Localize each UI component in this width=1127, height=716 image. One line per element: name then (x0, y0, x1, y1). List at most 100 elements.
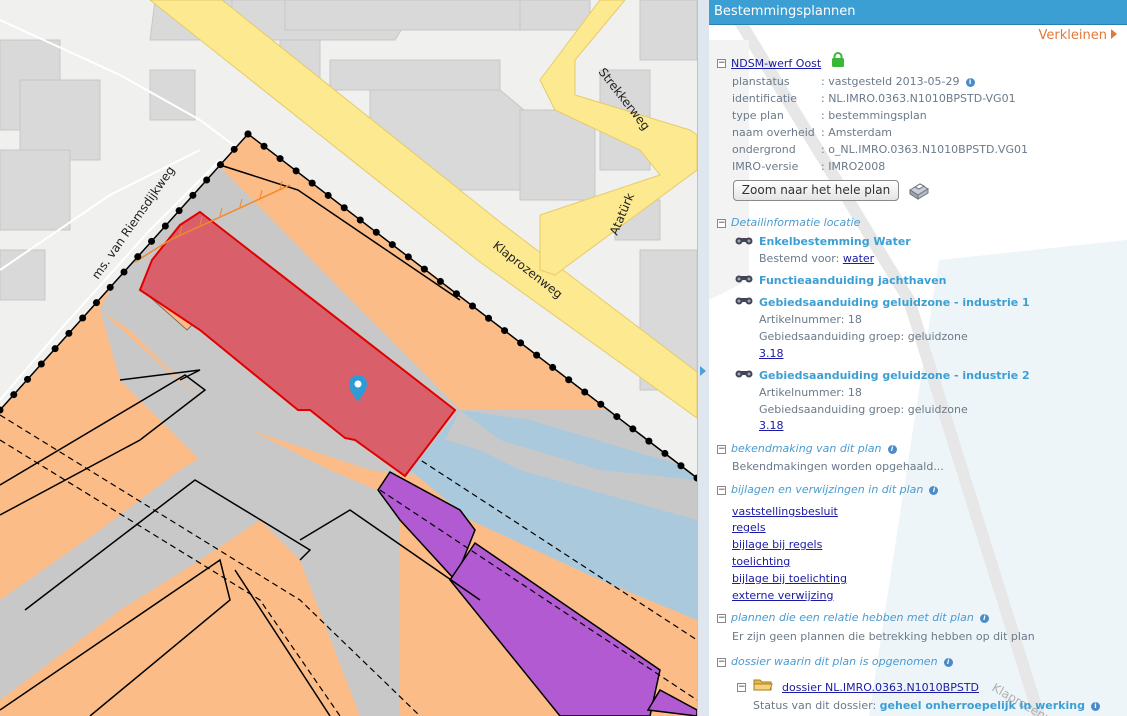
attachment-link[interactable]: externe verwijzing (732, 589, 833, 602)
detail-heading: Detailinformatie locatie (731, 216, 861, 229)
dossier-status: Status van dit dossier: geheel onherroep… (753, 699, 1100, 712)
print-icon[interactable] (906, 181, 930, 201)
boundary-dot (175, 207, 183, 215)
field-value: : bestemmingsplan (821, 109, 927, 122)
field-value: : NL.IMRO.0363.N1010BPSTD-VG01 (821, 92, 1016, 105)
collapse-dossier-item-toggle[interactable]: − (737, 683, 746, 692)
binoculars-icon[interactable] (735, 273, 753, 283)
info-icon[interactable]: i (979, 614, 989, 623)
field-label: naam overheid (732, 126, 815, 139)
boundary-dot (106, 283, 114, 291)
boundary-dot (24, 375, 32, 383)
info-icon[interactable]: i (887, 445, 897, 454)
boundary-dot (79, 314, 87, 322)
boundary-dot (485, 314, 493, 322)
info-icon[interactable]: i (1090, 702, 1100, 711)
boundary-dot (340, 204, 348, 212)
detail-item-line: Gebiedsaanduiding groep: geluidzone (759, 330, 968, 343)
boundary-dot (292, 167, 300, 175)
panel-splitter[interactable] (697, 0, 709, 716)
binoculars-icon[interactable] (735, 368, 753, 378)
boundary-dot (230, 145, 238, 153)
boundary-dot (148, 237, 156, 245)
info-icon[interactable]: i (943, 658, 953, 667)
field-label: ondergrond (732, 143, 796, 156)
boundary-dot (120, 268, 128, 276)
panel-content: − NDSM-werf Oost planstatus : vastgestel… (709, 0, 1127, 716)
attachment-link[interactable]: toelichting (732, 555, 790, 568)
article-link[interactable]: 3.18 (759, 419, 784, 432)
detail-item-title[interactable]: Gebiedsaanduiding geluidzone - industrie… (759, 369, 1030, 382)
boundary-dot (134, 253, 142, 261)
detail-item-title[interactable]: Functieaanduiding jachthaven (759, 274, 947, 287)
boundary-dot (216, 161, 224, 169)
boundary-dot (452, 290, 460, 298)
detail-item-line: Artikelnummer: 18 (759, 313, 862, 326)
boundary-dot (517, 339, 525, 347)
boundary-dot (203, 176, 211, 184)
zoom-to-plan-button[interactable]: Zoom naar het hele plan (733, 180, 899, 201)
boundary-dot (549, 363, 557, 371)
detail-item-title[interactable]: Gebiedsaanduiding geluidzone - industrie… (759, 296, 1030, 309)
attachment-link[interactable]: bijlage bij toelichting (732, 572, 847, 585)
field-label: identificatie (732, 92, 798, 105)
info-icon[interactable]: i (929, 486, 939, 495)
collapse-detail-toggle[interactable]: − (717, 219, 726, 228)
collapse-plan-toggle[interactable]: − (717, 59, 726, 68)
lock-icon (832, 52, 844, 67)
plans-panel: Klaprozenweg Bestemmingsplannen Verklein… (709, 0, 1127, 716)
detail-item-title[interactable]: Enkelbestemming Water (759, 235, 911, 248)
bekendmaking-heading: bekendmaking van dit plan i (731, 442, 897, 455)
binoculars-icon[interactable] (735, 235, 753, 245)
boundary-dot (581, 388, 589, 396)
field-label: IMRO-versie (732, 160, 799, 173)
relatie-heading: plannen die een relatie hebben met dit p… (731, 611, 989, 624)
boundary-dot (189, 191, 197, 199)
collapse-relatie-toggle[interactable]: − (717, 614, 726, 623)
boundary-dot (388, 241, 396, 249)
map-view[interactable]: Strekkerweg Atatürk Klaprozenweg ms. van… (0, 0, 697, 716)
binoculars-icon[interactable] (735, 295, 753, 305)
article-link[interactable]: 3.18 (759, 347, 784, 360)
collapse-dossier-toggle[interactable]: − (717, 658, 726, 667)
detail-item-line: Gebiedsaanduiding groep: geluidzone (759, 403, 968, 416)
expand-arrow-icon[interactable] (700, 366, 706, 376)
attachment-link[interactable]: vaststellingsbesluit (732, 505, 838, 518)
boundary-dot (324, 191, 332, 199)
boundary-dot (244, 130, 252, 138)
boundary-dot (565, 376, 573, 384)
attachment-link[interactable]: regels (732, 521, 766, 534)
bijlagen-heading: bijlagen en verwijzingen in dit plan i (731, 483, 939, 496)
boundary-dot (65, 329, 73, 337)
boundary-dot (469, 302, 476, 310)
boundary-dot (51, 345, 59, 353)
bekendmaking-text: Bekendmakingen worden opgehaald... (732, 460, 944, 473)
boundary-dot (276, 155, 284, 163)
field-value: : IMRO2008 (821, 160, 886, 173)
dossier-link[interactable]: dossier NL.IMRO.0363.N1010BPSTD (782, 681, 979, 694)
relatie-text: Er zijn geen plannen die betrekking hebb… (732, 630, 1035, 643)
boundary-dot (661, 449, 669, 457)
boundary-dot (436, 277, 444, 285)
attachment-link[interactable]: bijlage bij regels (732, 538, 822, 551)
bestemd-voor-link[interactable]: water (843, 252, 874, 265)
boundary-dot (308, 179, 316, 187)
boundary-dot (356, 216, 364, 224)
info-icon[interactable]: i (965, 78, 975, 87)
boundary-dot (260, 142, 268, 150)
boundary-dot (404, 253, 412, 261)
detail-item-sub: Bestemd voor: water (759, 252, 875, 265)
detail-item-line: Artikelnummer: 18 (759, 386, 862, 399)
boundary-dot (645, 437, 653, 445)
folder-icon (753, 679, 773, 691)
boundary-dot (92, 299, 100, 307)
field-label: type plan (732, 109, 784, 122)
boundary-dot (501, 327, 509, 335)
collapse-bijlagen-toggle[interactable]: − (717, 486, 726, 495)
collapse-bekendmaking-toggle[interactable]: − (717, 445, 726, 454)
boundary-dot (597, 400, 605, 408)
field-value: : Amsterdam (821, 126, 893, 139)
plan-name-link[interactable]: NDSM-werf Oost (731, 57, 821, 70)
map-canvas[interactable]: Strekkerweg Atatürk Klaprozenweg ms. van… (0, 0, 697, 716)
field-label: planstatus (732, 75, 790, 88)
